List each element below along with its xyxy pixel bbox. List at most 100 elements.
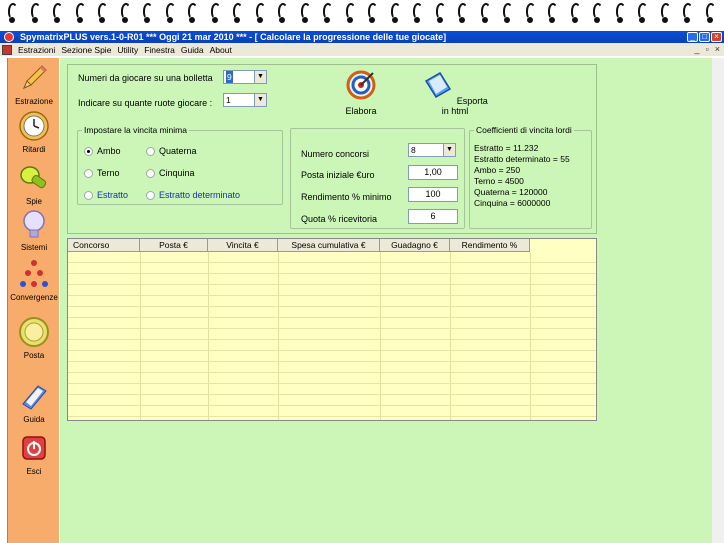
- radio-terno[interactable]: Terno: [84, 168, 120, 178]
- sidebar-label: Spie: [25, 197, 42, 206]
- ruote-combo[interactable]: 1 ▼: [223, 93, 267, 107]
- menu-utility[interactable]: Utility: [114, 45, 141, 55]
- coin-icon: [19, 317, 49, 347]
- spiral-ring: [569, 2, 583, 24]
- radio-quaterna[interactable]: Quaterna: [146, 146, 197, 156]
- maximize-button[interactable]: □: [699, 32, 710, 42]
- col-guadagno[interactable]: Guadagno €: [380, 239, 450, 252]
- radio-label: Ambo: [97, 146, 121, 156]
- sidebar-toolbar: Estrazione Ritardi Spie Sistemi Converge…: [7, 58, 59, 543]
- chevron-down-icon[interactable]: ▼: [254, 94, 266, 106]
- child-close-button[interactable]: ×: [715, 43, 720, 56]
- table-row[interactable]: [68, 296, 596, 307]
- spiral-ring: [276, 2, 290, 24]
- grid-header: Concorso Posta € Vincita € Spesa cumulat…: [68, 239, 530, 252]
- col-rendimento[interactable]: Rendimento %: [450, 239, 530, 252]
- quota-label: Quota % ricevitoria: [301, 214, 378, 224]
- sidebar-label: Esci: [26, 467, 42, 476]
- ruote-label: Indicare su quante ruote giocare :: [78, 98, 213, 108]
- child-minimize-button[interactable]: _: [695, 43, 700, 56]
- spiral-ring: [479, 2, 493, 24]
- spiral-ring: [501, 2, 515, 24]
- chevron-down-icon[interactable]: ▼: [254, 71, 266, 83]
- coef-terno: Terno = 4500: [474, 176, 524, 186]
- sidebar-item-esci[interactable]: Esci: [8, 432, 60, 476]
- table-row[interactable]: [68, 340, 596, 351]
- radio-dot: [84, 168, 93, 178]
- spiral-ring: [681, 2, 695, 24]
- table-row[interactable]: [68, 285, 596, 296]
- col-concorso[interactable]: Concorso: [68, 239, 140, 252]
- spiral-ring: [119, 2, 133, 24]
- menu-about[interactable]: About: [207, 45, 235, 55]
- table-row[interactable]: [68, 395, 596, 406]
- sidebar-item-estrazione[interactable]: Estrazione: [8, 62, 60, 106]
- rendimento-input[interactable]: 100: [408, 187, 458, 202]
- spiral-ring: [456, 2, 470, 24]
- sidebar-item-sistemi[interactable]: Sistemi: [8, 208, 60, 252]
- spiral-ring: [209, 2, 223, 24]
- app-icon: [4, 32, 14, 42]
- table-row[interactable]: [68, 307, 596, 318]
- chevron-down-icon[interactable]: ▼: [443, 144, 455, 156]
- table-row[interactable]: [68, 263, 596, 274]
- radio-label: Estratto: [97, 190, 129, 200]
- results-grid[interactable]: Concorso Posta € Vincita € Spesa cumulat…: [67, 238, 597, 421]
- menu-finestra[interactable]: Finestra: [141, 45, 178, 55]
- table-row[interactable]: [68, 252, 596, 263]
- spiral-ring: [659, 2, 673, 24]
- close-button[interactable]: ×: [711, 32, 722, 42]
- elabora-button[interactable]: Elabora: [336, 69, 386, 116]
- window-controls: _ □ ×: [687, 31, 722, 43]
- radio-estratto[interactable]: Estratto: [84, 190, 128, 200]
- radio-ambo[interactable]: Ambo: [84, 146, 121, 156]
- minimize-button[interactable]: _: [687, 32, 698, 42]
- table-row[interactable]: [68, 373, 596, 384]
- posta-input[interactable]: 1,00: [408, 165, 458, 180]
- col-posta[interactable]: Posta €: [140, 239, 208, 252]
- menu-estrazioni[interactable]: Estrazioni: [15, 45, 58, 55]
- numeri-value: 9: [226, 71, 233, 83]
- radio-dot: [84, 190, 93, 200]
- sidebar-item-ritardi[interactable]: Ritardi: [8, 110, 60, 154]
- radio-label: Cinquina: [159, 168, 195, 178]
- table-row[interactable]: [68, 351, 596, 362]
- esporta-button[interactable]: Esporta in html: [420, 69, 490, 116]
- spiral-ring: [636, 2, 650, 24]
- radio-label: Quaterna: [159, 146, 197, 156]
- spiral-ring: [434, 2, 448, 24]
- col-spesa-cumulativa[interactable]: Spesa cumulativa €: [278, 239, 380, 252]
- concorsi-combo[interactable]: 8 ▼: [408, 143, 456, 157]
- table-row[interactable]: [68, 384, 596, 395]
- table-row[interactable]: [68, 329, 596, 340]
- export-book-icon: [425, 71, 452, 99]
- quota-input[interactable]: 6: [408, 209, 458, 224]
- sidebar-label: Guida: [23, 415, 45, 424]
- table-row[interactable]: [68, 362, 596, 373]
- sidebar-item-convergenze[interactable]: Convergenze: [8, 258, 60, 302]
- radio-cinquina[interactable]: Cinquina: [146, 168, 195, 178]
- menu-sezione-spie[interactable]: Sezione Spie: [58, 45, 114, 55]
- col-vincita[interactable]: Vincita €: [208, 239, 278, 252]
- table-row[interactable]: [68, 318, 596, 329]
- spiral-ring: [186, 2, 200, 24]
- table-row[interactable]: [68, 274, 596, 285]
- radio-estratto-determinato[interactable]: Estratto determinato: [146, 190, 240, 200]
- window-titlebar: SpymatrixPLUS vers.1-0-R01 *** Oggi 21 m…: [0, 31, 724, 43]
- sidebar-item-guida[interactable]: Guida: [8, 380, 60, 424]
- spiral-ring: [614, 2, 628, 24]
- sidebar-label: Convergenze: [10, 293, 58, 302]
- spiral-ring: [366, 2, 380, 24]
- document-icon[interactable]: [2, 44, 12, 55]
- table-row[interactable]: [68, 406, 596, 417]
- radio-dot: [146, 146, 155, 156]
- numeri-combo[interactable]: 9 ▼: [223, 70, 267, 84]
- sidebar-item-spie[interactable]: Spie: [8, 162, 60, 206]
- menu-bar: Estrazioni Sezione Spie Utility Finestra…: [0, 43, 724, 56]
- child-restore-button[interactable]: ▫: [706, 43, 709, 56]
- radio-dot: [146, 190, 155, 200]
- sidebar-item-posta[interactable]: Posta: [8, 316, 60, 360]
- menu-guida[interactable]: Guida: [178, 45, 207, 55]
- spiral-ring: [141, 2, 155, 24]
- spiral-ring: [524, 2, 538, 24]
